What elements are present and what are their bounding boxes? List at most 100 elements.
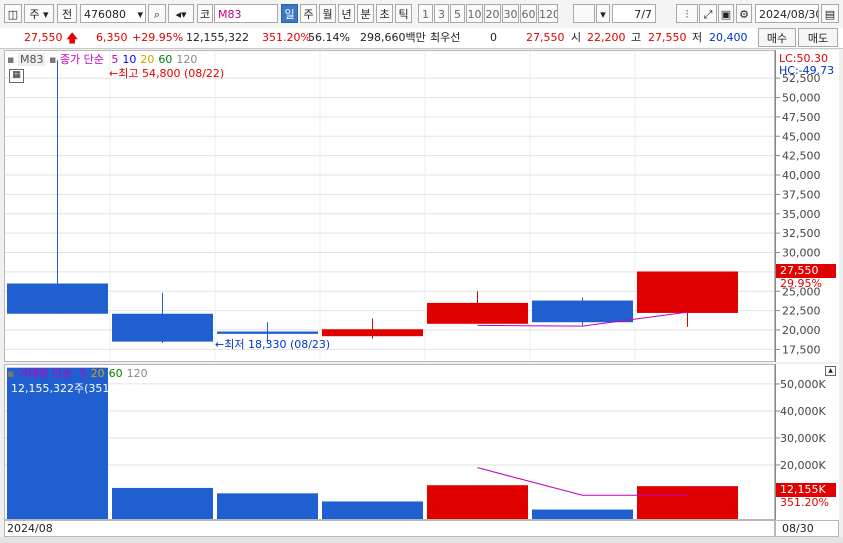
toolbar: ◫ 주 ▾ 전 476080 ▾ ⌕ ◂▾ 코 M83 ▾ 7/7 ⫶ ⤢ ▣ ⚙… [0, 0, 843, 29]
volume-bar [112, 487, 213, 519]
volume-legend: ▪ 거래량 단순 5 20 60 120 [7, 367, 148, 380]
legend-ma-60: 60 [108, 367, 123, 380]
price-tick-label: 45,000 [782, 130, 821, 143]
menu-square-icon[interactable]: ▪ [7, 367, 14, 380]
volume-pct: 351.20% [262, 31, 311, 44]
price-tick-label: 30,000 [782, 247, 821, 260]
interval-button-20[interactable]: 20 [484, 4, 501, 23]
crosshair-icon[interactable]: ⤢ [699, 4, 717, 23]
quote-bar: 27,550 🡅 6,350 +29.95% 12,155,322 351.20… [0, 28, 843, 49]
chart-menu-icon[interactable]: ◫ [4, 4, 22, 23]
price-chart [5, 51, 774, 361]
candle-body [322, 329, 423, 337]
interval-dropdown[interactable] [573, 4, 595, 23]
menu-square-icon[interactable]: ▪ [7, 53, 14, 66]
scrollbar[interactable] [0, 537, 843, 543]
price-tick-label: 37,500 [782, 188, 821, 201]
candle-body [637, 271, 738, 313]
interval-button-30[interactable]: 30 [502, 4, 519, 23]
sell-button[interactable]: 매도 [798, 28, 838, 47]
tab-period-1[interactable]: 주 [300, 4, 317, 23]
candle-body [112, 313, 213, 342]
save-icon[interactable]: ▣ [718, 4, 734, 23]
volume-axis: 20,000K 30,000K 40,000K 50,000K ▲ 12,155K 3… [775, 364, 839, 520]
buy-button[interactable]: 매수 [758, 28, 796, 47]
tab-period-2[interactable]: 월 [319, 4, 336, 23]
chevron-down-icon[interactable]: ▾ [596, 4, 610, 23]
current-pct-tag: 29.95% [780, 277, 822, 291]
sound-icon[interactable]: ◂▾ [168, 4, 194, 23]
best-value: 0 [490, 31, 497, 44]
stock-code-input[interactable]: 476080 ▾ [80, 4, 146, 23]
current-volume-pct-tag: 351.20% [780, 496, 829, 510]
search-icon[interactable]: ⌕ [148, 4, 166, 23]
volume-tick-label: 30,000K [780, 432, 826, 445]
market-select[interactable]: 주 ▾ [24, 4, 54, 23]
price-change: 6,350 [96, 31, 128, 44]
volume-value: 12,155,322 [186, 31, 249, 44]
legend-ma-title: 종가 단순 [59, 53, 104, 66]
open-value: 22,200 [587, 31, 626, 44]
price-axis-ticks: 17,50020,00022,50025,00027,50030,00032,5… [776, 72, 821, 356]
volume-annotation: 12,155,322주(351.20%) [11, 382, 142, 395]
tab-period-0[interactable]: 일 [281, 4, 298, 23]
volume-tick-label: 40,000K [780, 405, 826, 418]
price-tick-label: 47,500 [782, 111, 821, 124]
price-chart-pane[interactable]: ▪ M83 ▪ 종가 단순 5 10 20 60 120 ▦ ←최고 54,800 (0… [4, 50, 775, 362]
current-volume-tag: 12,155K [776, 483, 836, 498]
interval-button-5[interactable]: 5 [450, 4, 465, 23]
trade-value: 298,660백만 [360, 31, 426, 44]
price-tick-label: 40,000 [782, 169, 821, 182]
code-field-label: 코 [197, 4, 213, 23]
low-value: 20,400 [709, 31, 748, 44]
current-price-tag: 27,550 [776, 264, 836, 279]
maximize-icon[interactable]: ▲ [825, 366, 836, 376]
candle-body [7, 283, 108, 314]
price-axis: 17,50020,00022,50025,00027,50030,00032,5… [775, 50, 839, 362]
stock-name-field[interactable]: M83 [214, 4, 278, 23]
price-tick-label: 42,500 [782, 150, 821, 163]
best-price: 27,550 [526, 31, 565, 44]
price-tick-label: 17,500 [782, 343, 821, 356]
volume-chart-pane[interactable]: ▪ 거래량 단순 5 20 60 120 12,155,322주(351.20%) [4, 364, 775, 520]
open-label: 시 [571, 31, 582, 44]
interval-button-1[interactable]: 1 [418, 4, 433, 23]
price-tick-label: 20,000 [782, 324, 821, 337]
calendar-icon[interactable]: ▤ [821, 4, 839, 23]
tab-period-6[interactable]: 틱 [395, 4, 412, 23]
price-change-pct: +29.95% [132, 31, 184, 44]
interval-button-10[interactable]: 10 [466, 4, 483, 23]
volume-bar [532, 509, 633, 519]
tab-period-5[interactable]: 초 [376, 4, 393, 23]
interval-button-120[interactable]: 120 [538, 4, 558, 23]
high-label: 고 [631, 31, 642, 44]
grid-table-icon[interactable]: ▦ [9, 69, 24, 83]
chart-type-icon[interactable]: ⫶ [676, 4, 698, 23]
date-input[interactable]: 2024/08/30 [755, 4, 819, 23]
footer-left-date: 2024/08 [7, 522, 53, 535]
low-annotation: ←최저 18,330 (08/23) [215, 338, 331, 351]
high-annotation: ←최고 54,800 (08/22) [109, 67, 225, 80]
prefix-button[interactable]: 전 [57, 4, 77, 23]
hc-label: HC:-49.73 [779, 64, 835, 77]
turnover-pct: 56.14% [308, 31, 350, 44]
footer-right-date: 08/30 [782, 522, 814, 535]
interval-button-3[interactable]: 3 [434, 4, 449, 23]
price-tick-label: 50,000 [782, 92, 821, 105]
legend-ma-120: 120 [126, 367, 148, 380]
legend-volume-ma-periods: 5 20 60 120 [76, 367, 148, 380]
tab-period-4[interactable]: 분 [357, 4, 374, 23]
volume-tick-label: 50,000K [780, 378, 826, 391]
legend-stock-name: M83 [17, 53, 46, 66]
interval-button-60[interactable]: 60 [520, 4, 537, 23]
volume-bar [217, 493, 318, 519]
page-input[interactable]: 7/7 [612, 4, 656, 23]
low-label: 저 [692, 31, 703, 44]
candle-body [217, 331, 318, 334]
current-price: 27,550 [24, 31, 63, 44]
legend-ma-5: 5 [79, 367, 87, 380]
tab-period-3[interactable]: 년 [338, 4, 355, 23]
gear-icon[interactable]: ⚙ [736, 4, 752, 23]
menu-square-icon[interactable]: ▪ [49, 53, 56, 66]
volume-tick-label: 20,000K [780, 459, 826, 472]
